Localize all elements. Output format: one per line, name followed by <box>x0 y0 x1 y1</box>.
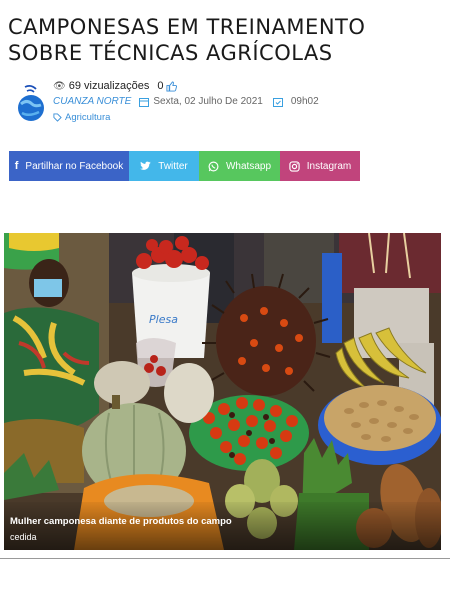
section-divider <box>0 558 450 559</box>
share-twitter-button[interactable]: Twitter <box>129 151 199 181</box>
article-photo[interactable]: Plesa Mulher camponesa diante de produto… <box>4 233 441 550</box>
svg-text:Plesa: Plesa <box>149 313 178 326</box>
share-facebook-label: Partilhar no Facebook <box>25 160 124 172</box>
article-meta: 👁︎ 69 vizualizações 0 CUANZA NORTE Sexta… <box>16 80 436 130</box>
publish-time: 09h02 <box>290 96 319 107</box>
info-row: CUANZA NORTE Sexta, 02 Julho De 2021 09h… <box>53 96 319 107</box>
category-link[interactable]: Agricultura <box>65 112 110 123</box>
calendar-icon <box>139 97 150 107</box>
stats-row: 👁︎ 69 vizualizações 0 <box>53 80 177 92</box>
author-avatar[interactable] <box>16 84 46 124</box>
share-instagram-button[interactable]: Instagram <box>280 151 360 181</box>
photo-caption: Mulher camponesa diante de produtos do c… <box>10 516 232 527</box>
clock-icon <box>272 97 283 107</box>
share-twitter-label: Twitter <box>158 160 188 172</box>
instagram-icon <box>289 160 300 172</box>
twitter-icon <box>140 161 151 170</box>
thumbs-up-icon[interactable] <box>166 80 177 92</box>
tag-icon <box>53 113 62 122</box>
author-link[interactable]: CUANZA NORTE <box>53 96 131 107</box>
whatsapp-icon <box>208 161 219 171</box>
eye-icon: 👁︎ <box>53 80 66 92</box>
share-instagram-label: Instagram <box>306 160 352 172</box>
category-row: Agricultura <box>53 112 110 123</box>
share-bar: f Partilhar no Facebook Twitter Whatsapp… <box>9 151 360 181</box>
publish-date: Sexta, 02 Julho De 2021 <box>153 96 263 107</box>
photo-credit: cedida <box>10 532 37 542</box>
share-whatsapp-button[interactable]: Whatsapp <box>199 151 280 181</box>
facebook-icon: f <box>14 160 19 172</box>
view-count: 69 vizualizações <box>68 80 150 92</box>
share-facebook-button[interactable]: f Partilhar no Facebook <box>9 151 129 181</box>
share-whatsapp-label: Whatsapp <box>225 160 272 172</box>
like-count: 0 <box>157 80 164 92</box>
article-title: CAMPONESAS EM TREINAMENTO SOBRE TÉCNICAS… <box>8 15 366 65</box>
